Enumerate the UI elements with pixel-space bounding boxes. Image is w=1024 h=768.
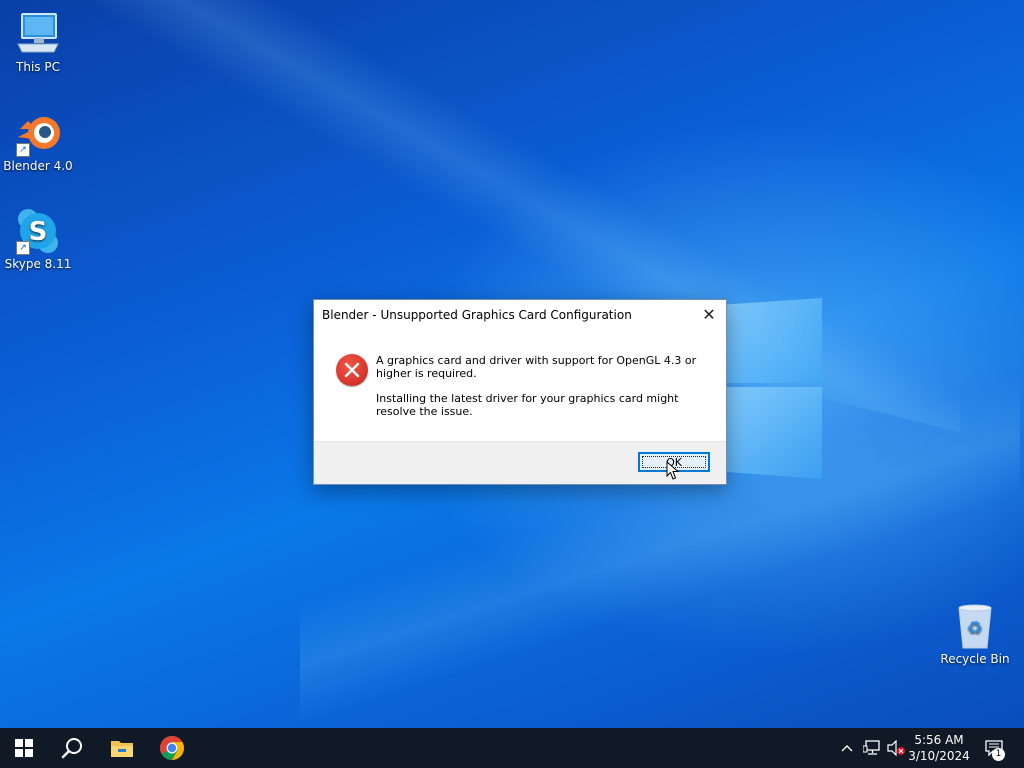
svg-text:♻: ♻ [967,618,983,639]
blender-icon: ↗ [14,109,62,157]
action-center-button[interactable] [980,728,1008,768]
message-suggestion: Installing the latest driver for your gr… [376,392,679,418]
error-dialog: Blender - Unsupported Graphics Card Conf… [313,299,727,485]
desktop-icon-label: Skype 8.11 [4,257,72,271]
start-icon [15,739,33,757]
search-button[interactable] [48,728,96,768]
start-button[interactable] [0,728,48,768]
desktop-icon-label: This PC [16,60,60,74]
windows-logo-pane [722,387,822,479]
search-icon [61,738,82,759]
desktop-icon-blender[interactable]: ↗ Blender 4.0 [0,109,76,173]
desktop-icon-label: Blender 4.0 [3,159,73,173]
close-icon: ✕ [702,305,716,324]
computer-icon [14,10,62,58]
message-requirement: A graphics card and driver with support … [376,354,697,380]
desktop-icon-this-pc[interactable]: This PC [0,10,76,74]
file-explorer-icon [111,741,133,757]
clock[interactable]: 5:56 AM 3/10/2024 [902,732,976,764]
chevron-up-icon [841,745,853,752]
shortcut-arrow-icon: ↗ [16,143,30,157]
shortcut-arrow-icon: ↗ [16,241,30,255]
chrome-button[interactable] [148,728,196,768]
notification-count-badge: 1 [992,748,1005,761]
dialog-message: A graphics card and driver with support … [376,354,706,430]
network-icon [863,740,880,755]
recycle-bin-icon: ♻ [951,602,999,650]
error-icon [336,354,368,386]
desktop-icon-label: Recycle Bin [940,652,1010,666]
chrome-icon [159,736,184,760]
clock-date: 3/10/2024 [908,749,970,763]
dialog-footer: OK [314,441,726,484]
close-button[interactable]: ✕ [698,304,720,326]
network-button[interactable] [860,728,884,768]
svg-text:S: S [29,217,48,247]
clock-time: 5:56 AM [914,733,964,747]
taskbar: 5:56 AM 3/10/2024 [0,728,1024,768]
desktop-icon-recycle-bin[interactable]: ♻ Recycle Bin [937,602,1013,666]
windows-logo-pane [722,298,822,383]
skype-icon: S ↗ [14,207,62,255]
mouse-cursor-icon [666,461,680,480]
file-explorer-button[interactable] [98,728,146,768]
desktop-icon-skype[interactable]: S ↗ Skype 8.11 [0,207,76,271]
show-hidden-icons-button[interactable] [836,728,858,768]
dialog-title: Blender - Unsupported Graphics Card Conf… [322,308,632,322]
